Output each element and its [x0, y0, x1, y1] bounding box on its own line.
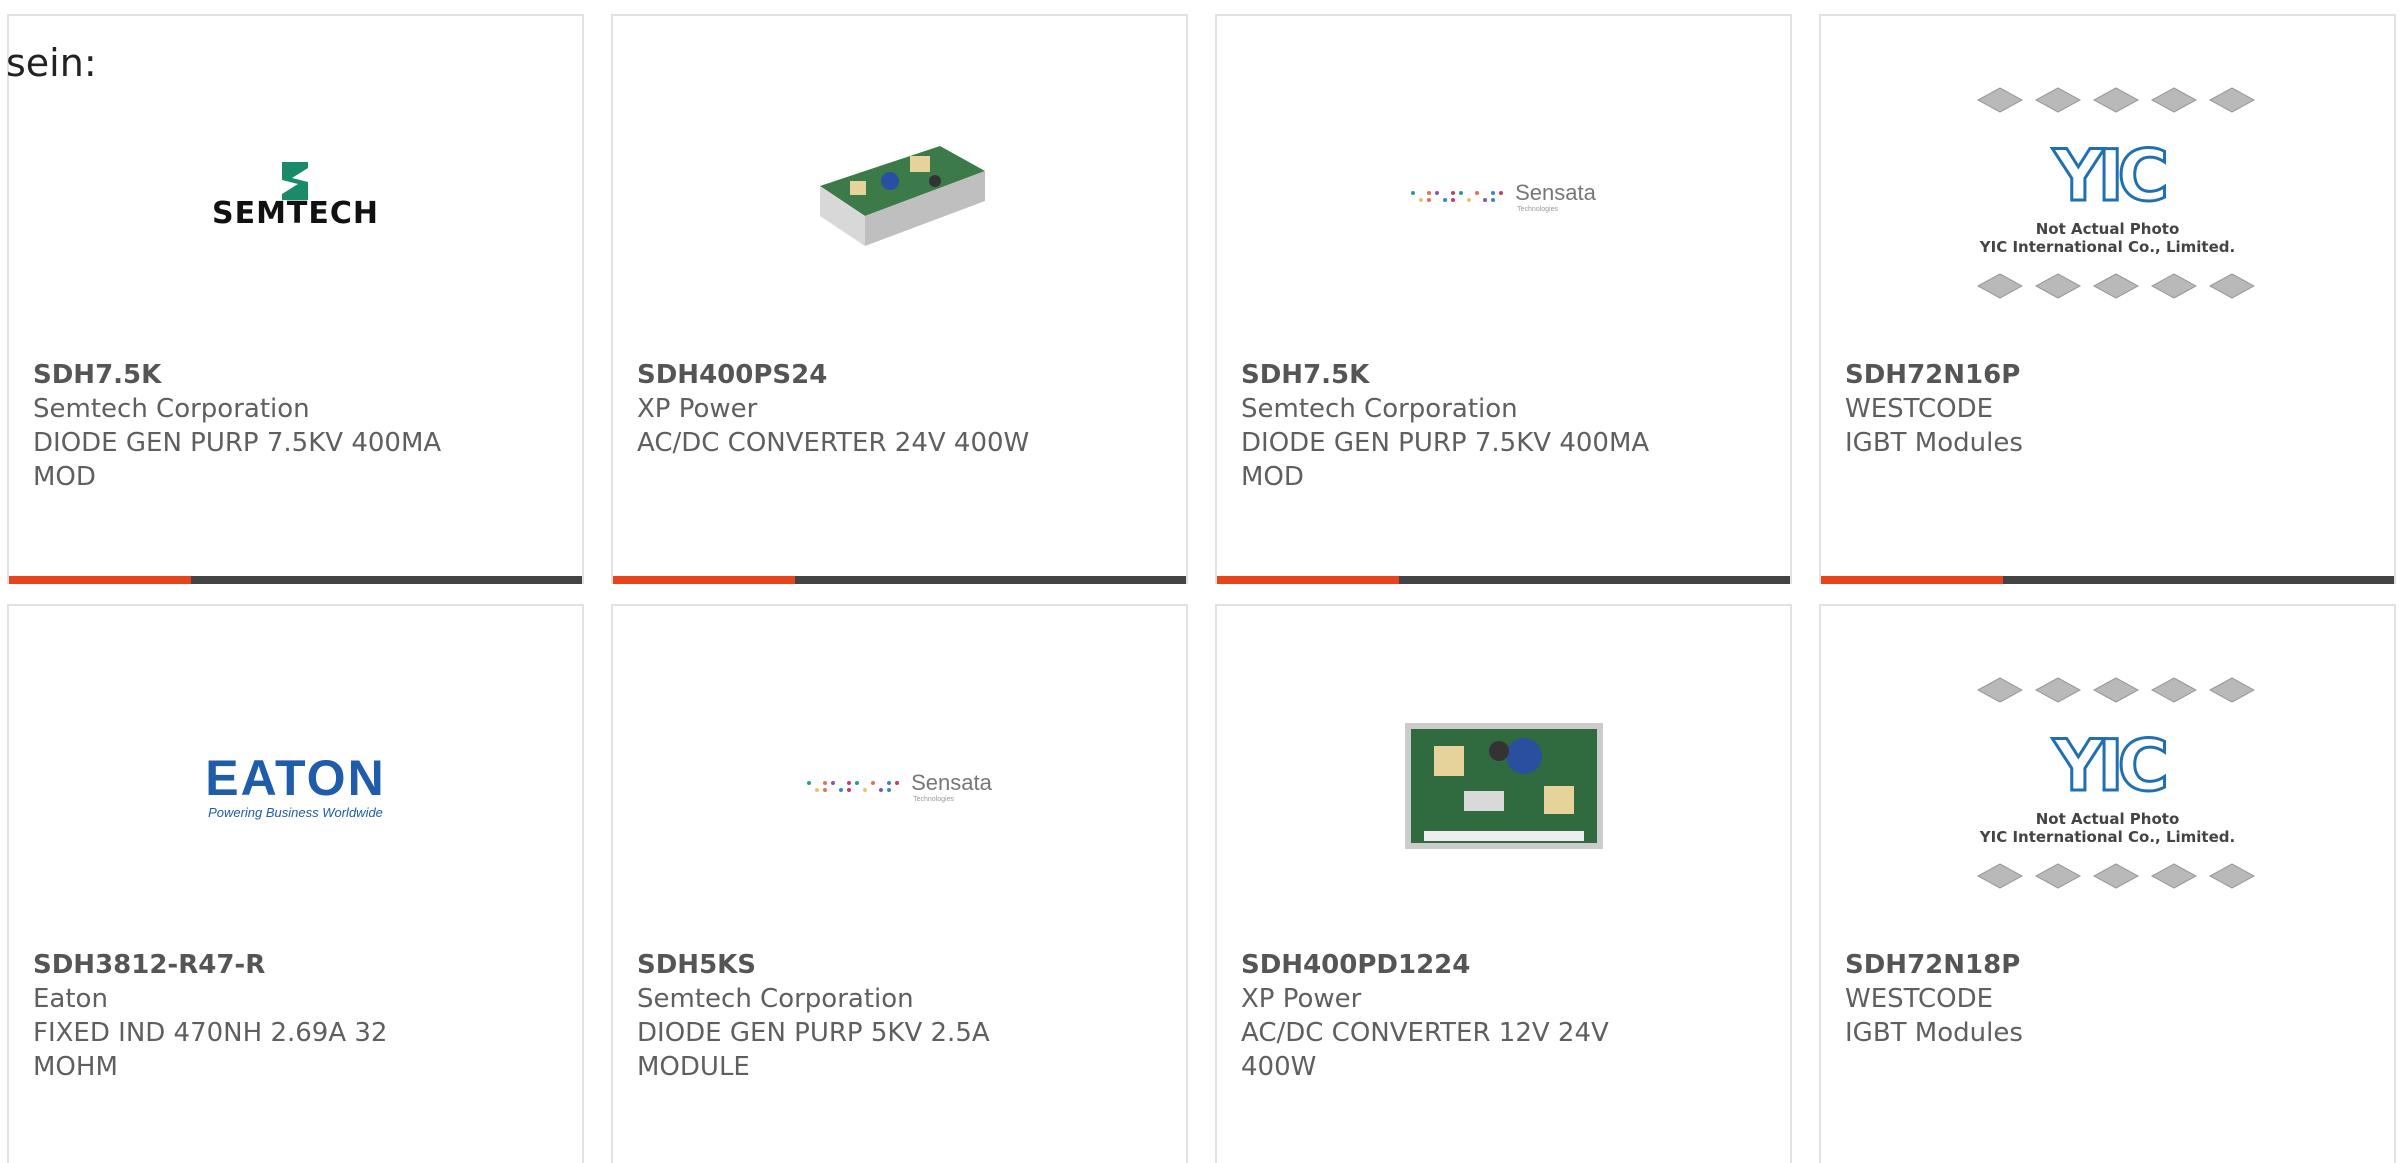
- product-description: IGBT Modules: [1845, 1018, 2023, 1048]
- yic-note-line2: YIC International Co., Limited.: [1979, 828, 2236, 846]
- card-bottom-bar: [613, 576, 1186, 584]
- yic-placeholder-image: YIC Not Actual Photo YIC International Co.…: [1958, 670, 2258, 902]
- yic-note-line2: YIC International Co., Limited.: [1979, 238, 2236, 256]
- product-info: SDH5KS Semtech Corporation DIODE GEN PURP …: [637, 948, 1162, 1084]
- product-description: FIXED IND 470NH 2.69A 32 MOHM: [33, 1018, 388, 1082]
- intro-text: sein:: [6, 41, 97, 85]
- product-info: SDH400PS24 XP Power AC/DC CONVERTER 24V 40…: [637, 358, 1162, 460]
- sensata-logo: Sensata Technologies: [807, 770, 992, 803]
- product-description: DIODE GEN PURP 7.5KV 400MA MOD: [1241, 428, 1650, 492]
- product-description: AC/DC CONVERTER 12V 24V 400W: [1241, 1018, 1609, 1082]
- card-accent-bar: [613, 576, 795, 584]
- product-manufacturer: WESTCODE: [1845, 394, 1994, 424]
- product-manufacturer: Semtech Corporation: [637, 984, 914, 1014]
- product-part-number[interactable]: SDH3812-R47-R: [33, 948, 558, 982]
- product-image[interactable]: YIC Not Actual Photo YIC International Co.…: [1821, 56, 2394, 336]
- product-description: IGBT Modules: [1845, 428, 2023, 458]
- product-info: SDH72N18P WESTCODE IGBT Modules: [1845, 948, 2370, 1050]
- product-image[interactable]: Sensata Technologies: [1217, 56, 1790, 336]
- product-image[interactable]: EATON Powering Business Worldwide: [9, 646, 582, 926]
- yic-chips-logo-icon: YIC: [1976, 677, 2255, 809]
- product-card[interactable]: EATON Powering Business Worldwide SDH3812-…: [7, 604, 584, 1163]
- product-grid: SEMTECH SDH7.5K Semtech Corporation DIODE G…: [0, 0, 2400, 1163]
- product-image[interactable]: [613, 56, 1186, 336]
- card-accent-bar: [9, 576, 191, 584]
- yic-chips-bottom-icon: [1976, 863, 2255, 889]
- card-bottom-bar: [1217, 576, 1790, 584]
- yic-chips-logo-icon: YIC: [1976, 87, 2255, 219]
- product-part-number[interactable]: SDH7.5K: [33, 358, 558, 392]
- yic-note-line1: Not Actual Photo: [2035, 220, 2180, 238]
- product-info: SDH7.5K Semtech Corporation DIODE GEN PURP…: [1241, 358, 1766, 494]
- product-info: SDH3812-R47-R Eaton FIXED IND 470NH 2.69A …: [33, 948, 558, 1084]
- eaton-logo: EATON Powering Business Worldwide: [205, 753, 385, 820]
- product-description: DIODE GEN PURP 7.5KV 400MA MOD: [33, 428, 442, 492]
- sensata-wordmark: Sensata: [911, 769, 992, 795]
- product-description: DIODE GEN PURP 5KV 2.5A MODULE: [637, 1018, 990, 1082]
- product-part-number[interactable]: SDH5KS: [637, 948, 1162, 982]
- svg-text:YIC: YIC: [2051, 135, 2164, 217]
- product-image[interactable]: Sensata Technologies: [613, 646, 1186, 926]
- product-info: SDH400PD1224 XP Power AC/DC CONVERTER 12V …: [1241, 948, 1766, 1084]
- product-image[interactable]: YIC Not Actual Photo YIC International Co.…: [1821, 646, 2394, 926]
- power-supply-photo: [819, 146, 985, 246]
- eaton-wordmark: EATON: [205, 749, 386, 806]
- sensata-dots-icon: [807, 780, 901, 792]
- sensata-logo: Sensata Technologies: [1411, 180, 1596, 213]
- product-info: SDH7.5K Semtech Corporation DIODE GEN PURP…: [33, 358, 558, 494]
- product-part-number[interactable]: SDH72N16P: [1845, 358, 2370, 392]
- card-accent-bar: [1821, 576, 2003, 584]
- product-manufacturer: Semtech Corporation: [33, 394, 310, 424]
- card-accent-bar: [1217, 576, 1399, 584]
- product-card[interactable]: SDH400PD1224 XP Power AC/DC CONVERTER 12V …: [1215, 604, 1792, 1163]
- card-bottom-bar: [9, 576, 582, 584]
- sensata-wordmark: Sensata: [1515, 179, 1596, 205]
- page: SEMTECH SDH7.5K Semtech Corporation DIODE G…: [0, 0, 2400, 1163]
- product-card[interactable]: SEMTECH SDH7.5K Semtech Corporation DIODE G…: [7, 14, 584, 584]
- semtech-logo: SEMTECH: [211, 161, 380, 231]
- product-part-number[interactable]: SDH400PS24: [637, 358, 1162, 392]
- product-part-number[interactable]: SDH72N18P: [1845, 948, 2370, 982]
- eaton-tagline: Powering Business Worldwide: [208, 804, 383, 820]
- product-card[interactable]: SDH400PS24 XP Power AC/DC CONVERTER 24V 40…: [611, 14, 1188, 584]
- product-description: AC/DC CONVERTER 24V 400W: [637, 428, 1030, 458]
- product-part-number[interactable]: SDH400PD1224: [1241, 948, 1766, 982]
- product-manufacturer: XP Power: [637, 394, 758, 424]
- sensata-subtitle: Technologies: [1517, 205, 1558, 213]
- product-manufacturer: WESTCODE: [1845, 984, 1994, 1014]
- svg-text:YIC: YIC: [2051, 725, 2164, 807]
- product-card[interactable]: Sensata Technologies SDH7.5K Semtech Corpor…: [1215, 14, 1792, 584]
- product-image[interactable]: [1217, 646, 1790, 926]
- yic-chips-bottom-icon: [1976, 273, 2255, 299]
- product-manufacturer: Eaton: [33, 984, 108, 1014]
- yic-placeholder-image: YIC Not Actual Photo YIC International Co.…: [1958, 80, 2258, 312]
- product-info: SDH72N16P WESTCODE IGBT Modules: [1845, 358, 2370, 460]
- product-card[interactable]: YIC Not Actual Photo YIC International Co.…: [1819, 604, 2396, 1163]
- product-manufacturer: XP Power: [1241, 984, 1362, 1014]
- yic-note-line1: Not Actual Photo: [2035, 810, 2180, 828]
- product-manufacturer: Semtech Corporation: [1241, 394, 1518, 424]
- product-part-number[interactable]: SDH7.5K: [1241, 358, 1766, 392]
- sensata-subtitle: Technologies: [913, 795, 954, 803]
- product-image[interactable]: SEMTECH: [9, 56, 582, 336]
- product-card[interactable]: YIC Not Actual Photo YIC International Co.…: [1819, 14, 2396, 584]
- product-card[interactable]: Sensata Technologies SDH5KS Semtech Corpora…: [611, 604, 1188, 1163]
- card-bottom-bar: [1821, 576, 2394, 584]
- power-supply-photo: [1404, 723, 1603, 849]
- semtech-wordmark: SEMTECH: [211, 195, 380, 231]
- semtech-mark-icon: [282, 161, 309, 200]
- sensata-dots-icon: [1411, 190, 1505, 202]
